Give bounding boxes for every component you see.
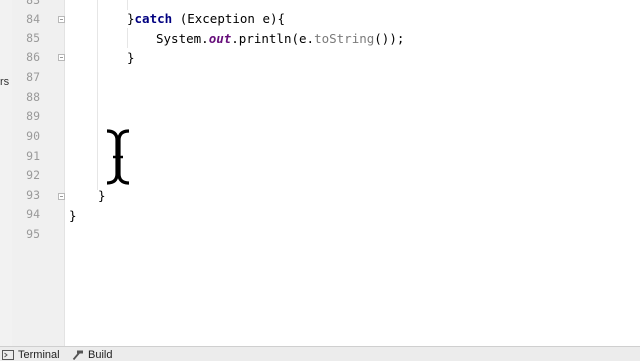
line-number-gutter[interactable]: 83 84 85 86 87 88 89 90 91 92 93 94 95 [12, 0, 65, 346]
line-number: 85 [26, 31, 40, 45]
line-number: 88 [26, 90, 40, 104]
line-number: 90 [26, 129, 40, 143]
line-number: 87 [26, 70, 40, 84]
build-tab[interactable]: Build [72, 348, 112, 361]
line-number: 95 [26, 227, 40, 241]
system-ref: System. [156, 31, 209, 46]
code-line-85: System.out.println(e.toString()); [156, 29, 404, 48]
terminal-icon [2, 349, 14, 360]
hammer-icon [72, 350, 83, 360]
line-number: 83 [26, 0, 40, 7]
indent-guide [127, 28, 128, 48]
code-line-94: } [69, 208, 77, 223]
terminal-label: Terminal [18, 348, 60, 361]
line-number: 91 [26, 149, 40, 163]
line-number: 84 [26, 12, 40, 26]
panel-label-fragment: rs [0, 76, 10, 88]
line-number: 86 [26, 50, 40, 64]
text-cursor-icon [106, 129, 130, 185]
brace: } [127, 11, 135, 26]
code-line-93: } [98, 188, 106, 203]
catch-keyword: catch [134, 11, 173, 26]
indent-guide [97, 0, 98, 190]
fold-marker-icon[interactable] [58, 54, 65, 61]
catch-clause: (Exception e){ [172, 11, 286, 26]
terminal-tab[interactable]: Terminal [2, 348, 60, 361]
fold-marker-icon[interactable] [58, 16, 65, 23]
code-editor[interactable]: }catch (Exception e){ System.out.println… [65, 0, 640, 346]
tostring-method: toString [314, 31, 375, 46]
code-line-86: } [127, 50, 135, 65]
call-end: ()); [374, 31, 405, 46]
line-number: 89 [26, 109, 40, 123]
build-label: Build [88, 348, 113, 361]
line-number: 94 [26, 207, 40, 221]
println-call: .println(e. [231, 31, 315, 46]
code-line-84: }catch (Exception e){ [127, 9, 285, 28]
line-number: 92 [26, 168, 40, 182]
out-field: out [208, 31, 232, 46]
bottom-tool-window-bar: Terminal Build [0, 346, 640, 361]
fold-marker-icon[interactable] [58, 193, 65, 200]
line-number: 93 [26, 188, 40, 202]
